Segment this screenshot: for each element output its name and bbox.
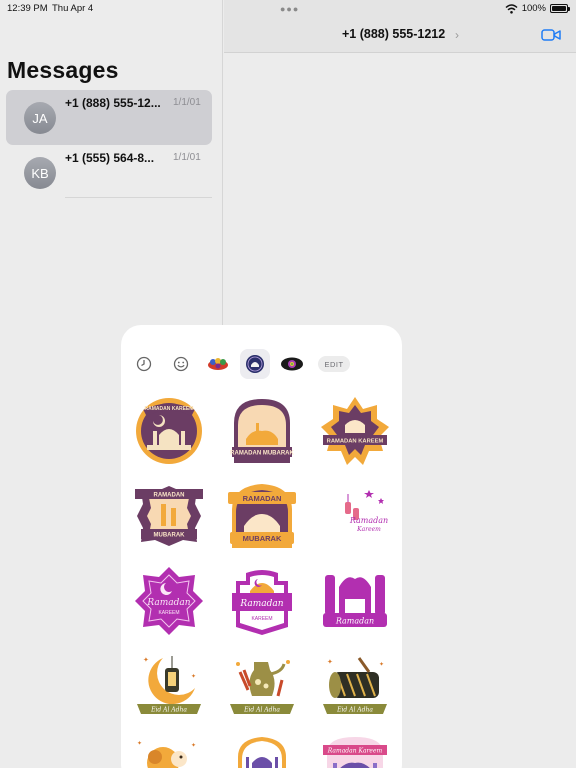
sticker-tab-bar: EDIT [121,349,402,379]
sticker-ramadan-minarets[interactable]: Ramadan [319,565,391,637]
sticker-ramadan-kareem-round[interactable]: RAMADAN KAREEM [133,395,205,467]
sticker-pack-3-icon[interactable] [277,349,307,379]
sticker-ramadan-kareem-octagram[interactable]: Ramadan KAREEM [133,565,205,637]
sticker-text: RAMADAN KAREEM [327,439,384,445]
sticker-text: Ramadan [146,598,190,608]
sticker-eid-dallah-coffee[interactable]: Eid Al Adha [226,650,298,722]
status-time: 12:39 PM [7,3,48,14]
sticker-text: Ramadan Kareem [327,748,383,755]
sticker-mosque-badge[interactable] [226,733,298,768]
page-title: Messages [7,57,119,83]
svg-text:✦: ✦ [137,740,142,747]
sticker-ramadan-kareem-arch-magenta[interactable]: Ramadan KAREEM [226,565,298,637]
conversation-date: 1/1/01 [173,152,201,163]
sticker-text: KAREEM [158,610,179,616]
svg-text:✦: ✦ [327,658,333,666]
sticker-ramadan-mubarak-banner[interactable]: RAMADAN MUBARAK [133,480,205,552]
recents-clock-icon[interactable] [129,349,159,379]
avatar: JA [24,102,56,134]
contact-title[interactable]: +1 (888) 555-1212 [342,27,445,41]
sticker-eid-crescent-lantern[interactable]: ✦ ✦ Eid Al Adha [133,650,205,722]
sticker-text: Eid Al Adha [243,707,280,714]
video-camera-icon[interactable] [541,28,561,42]
list-divider [65,197,212,198]
conversation-item-2[interactable]: KB +1 (555) 564-8... 1/1/01 [6,145,212,200]
sticker-ramadan-kareem-crescent[interactable]: Ramadan Kareem [319,480,391,552]
sticker-eid-sheep[interactable]: ✦ ✦ [133,733,205,768]
sticker-text: Ramadan [239,599,283,609]
chevron-right-icon[interactable]: › [455,28,459,42]
sticker-text: Ramadan [335,617,374,626]
sticker-ramadan-kareem-banner-pink[interactable]: Ramadan Kareem [319,733,391,768]
edit-button[interactable]: EDIT [318,356,350,372]
ellipsis-icon[interactable]: ●●● [280,4,299,14]
battery-icon [550,4,570,13]
sticker-ramadan-mubarak-arch[interactable]: RAMADAN MUBARAK [226,395,298,467]
sticker-ramadan-kareem-star[interactable]: RAMADAN KAREEM [319,395,391,467]
sticker-text: RAMADAN [243,494,282,503]
svg-text:✦: ✦ [191,742,196,749]
sticker-text: RAMADAN MUBARAK [230,451,294,457]
sticker-eid-drum[interactable]: ✦ ✦ Eid Al Adha [319,650,391,722]
conversation-name: +1 (555) 564-8... [65,151,155,165]
svg-text:✦: ✦ [379,661,384,668]
sticker-text: Kareem [356,526,381,533]
ramadan-pack-icon[interactable] [240,349,270,379]
emoji-smiley-icon[interactable] [166,349,196,379]
sticker-text: RAMADAN KAREEM [145,406,194,412]
sticker-text: Eid Al Adha [150,707,187,714]
svg-text:✦: ✦ [143,656,149,664]
sticker-text: MUBARAK [154,533,186,539]
wifi-icon [505,3,518,14]
conversation-name: +1 (888) 555-12... [65,96,161,110]
sticker-text: Ramadan [349,516,388,525]
sticker-text: KAREEM [251,616,272,622]
sticker-panel: EDIT RAMADAN KAREEM RAMADAN MUBARAK RAMA… [121,325,402,768]
avatar: KB [24,157,56,189]
svg-text:✦: ✦ [191,673,196,680]
conversation-date: 1/1/01 [173,97,201,108]
status-indicators: 100% [505,3,570,14]
sticker-pack-1-icon[interactable] [203,349,233,379]
sticker-text: RAMADAN [154,493,185,499]
sticker-text: Eid Al Adha [336,707,373,714]
sticker-ramadan-mubarak-dome[interactable]: RAMADAN MUBARAK [226,480,298,552]
status-date: Thu Apr 4 [52,3,94,14]
conversation-item-1[interactable]: JA +1 (888) 555-12... 1/1/01 [6,90,212,145]
sticker-text: MUBARAK [243,534,282,543]
battery-percent: 100% [521,3,546,14]
